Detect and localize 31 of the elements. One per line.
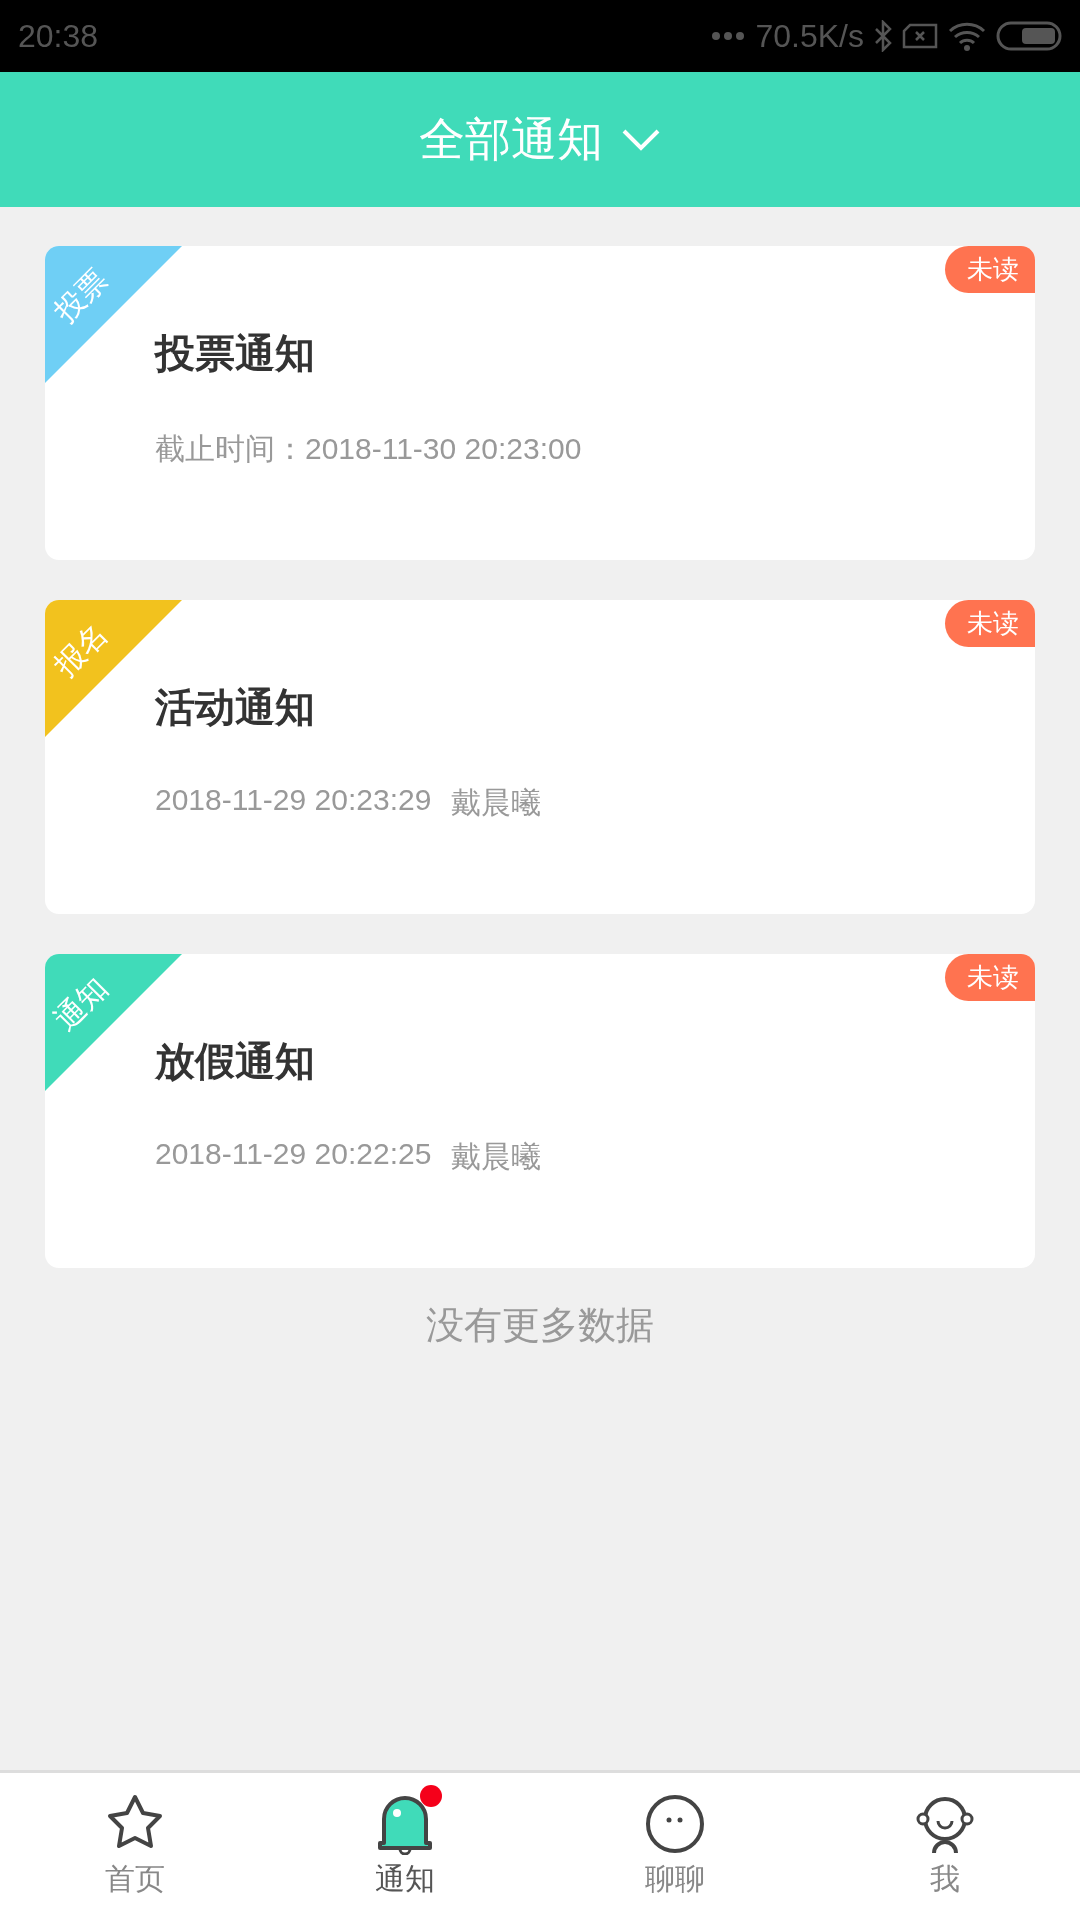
wifi-icon xyxy=(948,21,986,51)
nav-tab[interactable]: 聊聊 xyxy=(540,1773,810,1920)
clock: 20:38 xyxy=(18,17,99,55)
notification-card[interactable]: 投票 未读 投票通知 截止时间：2018-11-30 20:23:00 xyxy=(45,246,1035,560)
nav-tab[interactable]: 我 xyxy=(810,1773,1080,1920)
notification-title: 投票通知 xyxy=(155,329,316,378)
unread-badge: 未读 xyxy=(945,246,1035,293)
nav-tab[interactable]: 通知 xyxy=(270,1773,540,1920)
bluetooth-icon xyxy=(874,20,892,52)
battery-icon xyxy=(996,21,1062,51)
notification-time: 2018-11-29 20:22:25 xyxy=(155,1137,432,1172)
category-tag: 通知 xyxy=(45,968,117,1041)
notification-author: 戴晨曦 xyxy=(451,1139,542,1175)
face-icon xyxy=(644,1793,706,1855)
unread-badge: 未读 xyxy=(945,600,1035,647)
notification-card[interactable]: 通知 未读 放假通知 2018-11-29 20:22:25 戴晨曦 xyxy=(45,954,1035,1268)
notification-card[interactable]: 报名 未读 活动通知 2018-11-29 20:23:29 戴晨曦 xyxy=(45,600,1035,914)
notification-title: 活动通知 xyxy=(155,683,316,732)
notification-author: 戴晨曦 xyxy=(451,785,542,821)
no-more-data-text: 没有更多数据 xyxy=(425,1302,655,1349)
category-tag: 报名 xyxy=(45,614,117,687)
unread-badge: 未读 xyxy=(945,954,1035,1001)
nav-tab[interactable]: 首页 xyxy=(0,1773,270,1920)
notification-title: 放假通知 xyxy=(155,1037,316,1086)
dots-icon xyxy=(711,31,746,41)
notification-time: 截止时间：2018-11-30 20:23:00 xyxy=(155,431,582,467)
notification-time: 2018-11-29 20:23:29 xyxy=(155,783,432,818)
chevron-down-icon[interactable] xyxy=(621,127,661,152)
network-speed: 70.5K/s xyxy=(755,17,864,55)
category-tag: 投票 xyxy=(45,260,117,333)
sim-icon xyxy=(902,23,938,49)
